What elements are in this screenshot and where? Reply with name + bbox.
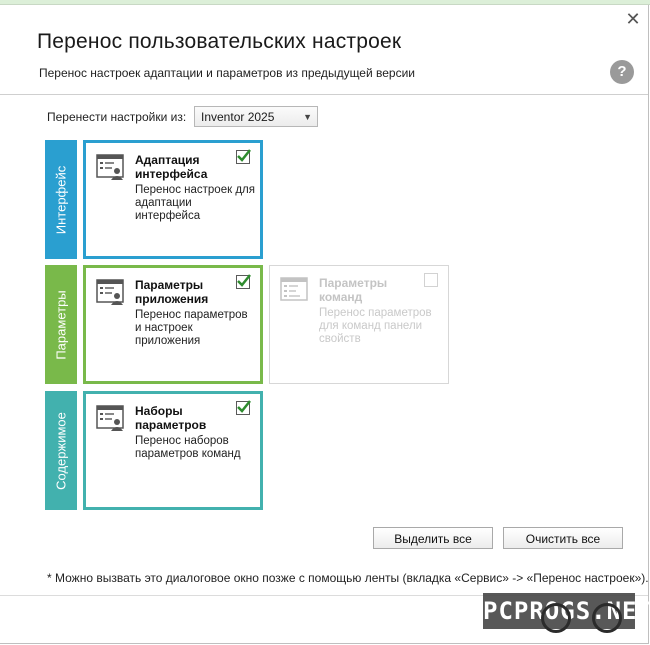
checkmark-icon bbox=[237, 149, 251, 162]
card-app-parameters[interactable]: Параметры приложения Перенос параметров … bbox=[83, 265, 263, 384]
dialog-title: Перенос пользовательских настроек bbox=[37, 30, 402, 53]
card-ui-adaptation[interactable]: Адаптация интерфейса Перенос настроек дл… bbox=[83, 140, 263, 259]
select-all-button[interactable]: Выделить все bbox=[373, 527, 493, 549]
checkmark-icon bbox=[237, 400, 251, 413]
close-icon[interactable]: ✕ bbox=[622, 8, 644, 30]
card-description: Перенос наборов параметров команд bbox=[135, 435, 241, 460]
category-band-parameters: Параметры bbox=[45, 265, 77, 384]
footnote: * Можно вызвать это диалоговое окно позж… bbox=[47, 571, 649, 585]
category-label: Содержимое bbox=[53, 411, 69, 490]
card-description: Перенос параметров для команд панели сво… bbox=[319, 307, 432, 345]
source-version-select[interactable]: Inventor 2025 ▼ bbox=[194, 106, 318, 127]
settings-form-icon bbox=[96, 279, 124, 305]
circle-icon bbox=[541, 603, 571, 633]
settings-form-icon bbox=[96, 405, 124, 431]
chevron-down-icon: ▼ bbox=[303, 112, 312, 122]
card-title: Параметры команд bbox=[319, 276, 388, 304]
settings-form-icon bbox=[96, 154, 124, 180]
dialog-header: Перенос пользовательских настроек Перено… bbox=[0, 5, 648, 95]
source-version-value: Inventor 2025 bbox=[201, 110, 275, 124]
card-description: Перенос параметров и настроек приложения bbox=[135, 309, 248, 347]
help-icon[interactable]: ? bbox=[610, 60, 634, 84]
settings-form-icon bbox=[280, 277, 308, 301]
dialog-subtitle: Перенос настроек адаптации и параметров … bbox=[39, 66, 416, 80]
clear-all-button[interactable]: Очистить все bbox=[503, 527, 623, 549]
card-title: Параметры приложения bbox=[135, 278, 209, 306]
card-parameter-sets[interactable]: Наборы параметров Перенос наборов параме… bbox=[83, 391, 263, 510]
card-checkbox[interactable] bbox=[236, 274, 251, 289]
category-label: Параметры bbox=[53, 289, 69, 360]
card-checkbox bbox=[424, 273, 438, 287]
checkmark-icon bbox=[237, 274, 251, 287]
source-label: Перенести настройки из: bbox=[47, 110, 187, 124]
category-label: Интерфейс bbox=[53, 165, 69, 234]
card-description: Перенос настроек для адаптации интерфейс… bbox=[135, 184, 255, 222]
category-band-content: Содержимое bbox=[45, 391, 77, 510]
card-title: Наборы параметров bbox=[135, 404, 207, 432]
card-checkbox[interactable] bbox=[236, 149, 251, 164]
category-band-interface: Интерфейс bbox=[45, 140, 77, 259]
circle-icon bbox=[592, 603, 622, 633]
transfer-settings-dialog: Перенос пользовательских настроек Перено… bbox=[0, 5, 649, 644]
card-title: Адаптация интерфейса bbox=[135, 153, 208, 181]
card-checkbox[interactable] bbox=[236, 400, 251, 415]
card-command-parameters: Параметры команд Перенос параметров для … bbox=[269, 265, 449, 384]
